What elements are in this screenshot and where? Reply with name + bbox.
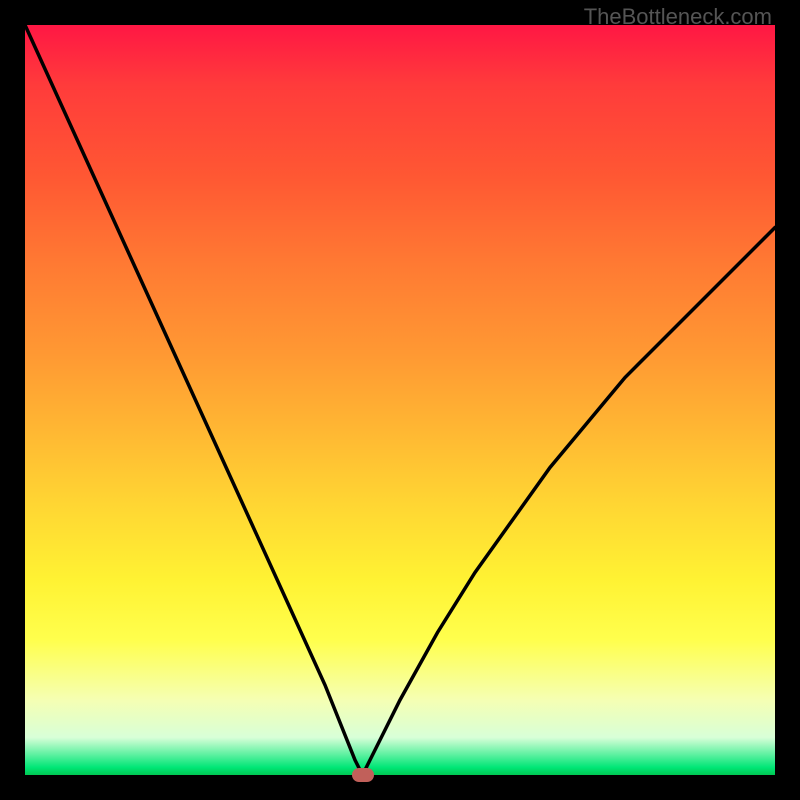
optimal-point-marker	[352, 768, 374, 782]
bottleneck-curve	[25, 25, 775, 775]
chart-container: TheBottleneck.com	[0, 0, 800, 800]
watermark-text: TheBottleneck.com	[584, 4, 772, 30]
plot-area	[25, 25, 775, 775]
